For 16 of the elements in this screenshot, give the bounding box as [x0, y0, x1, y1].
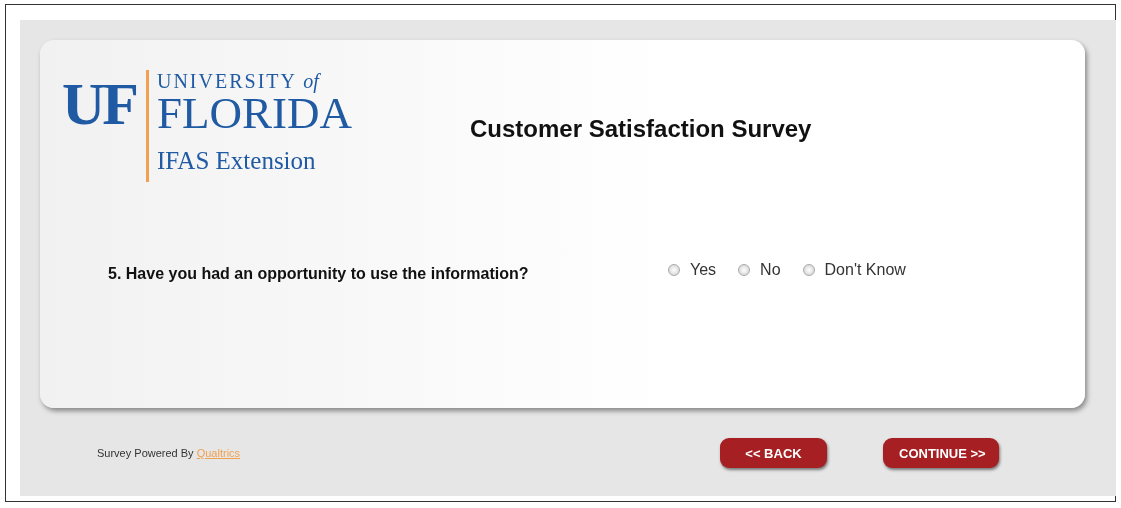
- question-text: 5. Have you had an opportunity to use the information?: [108, 265, 530, 283]
- option-label[interactable]: Don't Know: [824, 261, 906, 279]
- logo-subtitle: IFAS Extension: [157, 146, 316, 176]
- survey-title: Customer Satisfaction Survey: [470, 115, 812, 143]
- option-label[interactable]: Yes: [690, 261, 717, 279]
- radio-button[interactable]: [738, 264, 751, 276]
- radio-button[interactable]: [802, 264, 815, 276]
- logo-of-text: of: [303, 70, 319, 92]
- nav-button[interactable]: CONTINUE >>: [883, 438, 999, 468]
- nav-button[interactable]: << BACK: [720, 438, 827, 468]
- radio-button[interactable]: [668, 264, 680, 276]
- logo-florida-text: FLORIDA: [157, 92, 352, 134]
- option-label[interactable]: No: [760, 261, 781, 279]
- logo-mark: UF: [62, 72, 136, 136]
- logo-university-text: UNIVERSITY: [157, 70, 297, 92]
- powered-by-text: Survey Powered By: [97, 447, 194, 459]
